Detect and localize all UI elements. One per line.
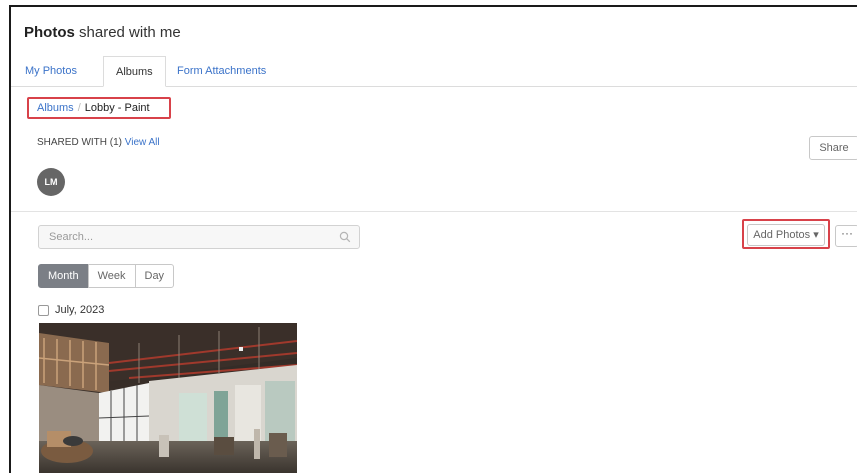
date-group-header: July, 2023 — [38, 304, 104, 316]
page-title: Photos shared with me — [24, 24, 181, 41]
breadcrumb-current: Lobby - Paint — [84, 102, 150, 114]
breadcrumb-separator: / — [77, 102, 81, 114]
view-month-button[interactable]: Month — [38, 264, 89, 288]
tab-bar: My Photos Albums Form Attachments — [11, 56, 857, 87]
tab-my-photos[interactable]: My Photos — [13, 56, 89, 86]
breadcrumb-albums-link[interactable]: Albums — [37, 102, 74, 114]
more-options-button[interactable]: ··· — [835, 225, 857, 247]
tab-form-attachments[interactable]: Form Attachments — [165, 56, 278, 86]
add-photos-button[interactable]: Add Photos ▾ — [747, 224, 825, 246]
search-input[interactable] — [39, 226, 329, 248]
shared-with-label: SHARED WITH (1) — [37, 137, 122, 148]
construction-photo-image — [39, 323, 297, 473]
photo-thumbnail[interactable] — [39, 323, 297, 473]
page-title-rest: shared with me — [74, 24, 181, 41]
tab-albums[interactable]: Albums — [103, 56, 166, 87]
avatar[interactable]: LM — [37, 168, 65, 196]
breadcrumb: Albums / Lobby - Paint — [37, 102, 150, 114]
view-all-link[interactable]: View All — [125, 137, 160, 148]
view-day-button[interactable]: Day — [134, 264, 175, 288]
search-icon[interactable] — [339, 231, 351, 243]
share-button[interactable]: Share — [809, 136, 857, 160]
divider — [11, 211, 857, 212]
date-group-label: July, 2023 — [55, 304, 105, 316]
view-week-button[interactable]: Week — [87, 264, 136, 288]
search-box — [38, 225, 360, 249]
page-title-bold: Photos — [24, 24, 75, 41]
date-group-checkbox[interactable] — [38, 304, 49, 316]
view-toggle: Month Week Day — [38, 264, 175, 288]
app-frame: Photos shared with me My Photos Albums F… — [9, 5, 857, 473]
shared-with-row: SHARED WITH (1) View All — [37, 137, 160, 148]
